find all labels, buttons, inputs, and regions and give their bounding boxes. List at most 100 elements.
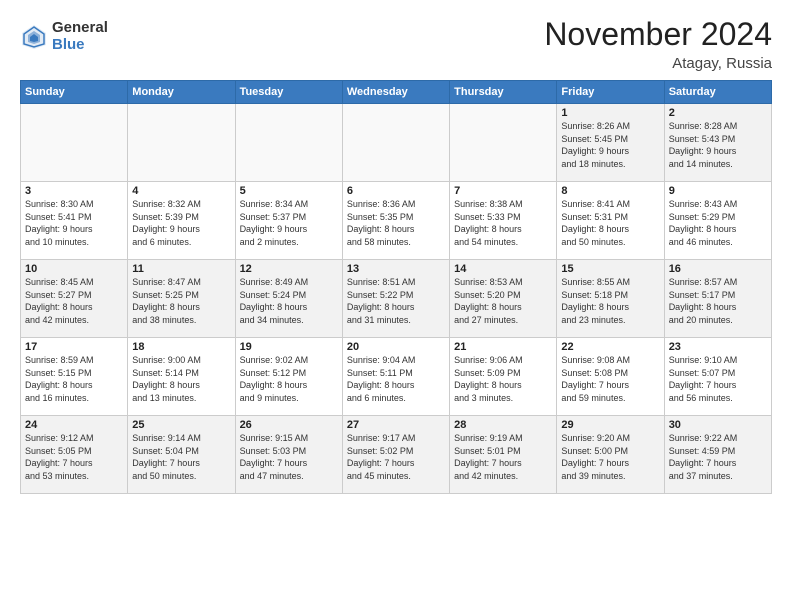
day-number: 27 bbox=[347, 419, 445, 431]
calendar-cell: 20Sunrise: 9:04 AM Sunset: 5:11 PM Dayli… bbox=[342, 338, 449, 416]
calendar-cell bbox=[21, 104, 128, 182]
day-info: Sunrise: 8:41 AM Sunset: 5:31 PM Dayligh… bbox=[561, 198, 659, 248]
day-number: 7 bbox=[454, 185, 552, 197]
day-info: Sunrise: 8:34 AM Sunset: 5:37 PM Dayligh… bbox=[240, 198, 338, 248]
day-info: Sunrise: 8:47 AM Sunset: 5:25 PM Dayligh… bbox=[132, 276, 230, 326]
calendar-week-3: 17Sunrise: 8:59 AM Sunset: 5:15 PM Dayli… bbox=[21, 338, 772, 416]
day-number: 21 bbox=[454, 341, 552, 353]
day-info: Sunrise: 9:00 AM Sunset: 5:14 PM Dayligh… bbox=[132, 354, 230, 404]
day-info: Sunrise: 9:14 AM Sunset: 5:04 PM Dayligh… bbox=[132, 432, 230, 482]
day-number: 22 bbox=[561, 341, 659, 353]
day-info: Sunrise: 9:02 AM Sunset: 5:12 PM Dayligh… bbox=[240, 354, 338, 404]
day-header-saturday: Saturday bbox=[664, 81, 771, 104]
calendar-cell: 11Sunrise: 8:47 AM Sunset: 5:25 PM Dayli… bbox=[128, 260, 235, 338]
day-number: 18 bbox=[132, 341, 230, 353]
calendar-week-1: 3Sunrise: 8:30 AM Sunset: 5:41 PM Daylig… bbox=[21, 182, 772, 260]
calendar-cell: 29Sunrise: 9:20 AM Sunset: 5:00 PM Dayli… bbox=[557, 416, 664, 494]
calendar-cell: 23Sunrise: 9:10 AM Sunset: 5:07 PM Dayli… bbox=[664, 338, 771, 416]
day-info: Sunrise: 9:06 AM Sunset: 5:09 PM Dayligh… bbox=[454, 354, 552, 404]
day-number: 6 bbox=[347, 185, 445, 197]
day-info: Sunrise: 8:57 AM Sunset: 5:17 PM Dayligh… bbox=[669, 276, 767, 326]
day-info: Sunrise: 8:55 AM Sunset: 5:18 PM Dayligh… bbox=[561, 276, 659, 326]
day-number: 13 bbox=[347, 263, 445, 275]
calendar-cell: 24Sunrise: 9:12 AM Sunset: 5:05 PM Dayli… bbox=[21, 416, 128, 494]
day-info: Sunrise: 8:43 AM Sunset: 5:29 PM Dayligh… bbox=[669, 198, 767, 248]
day-number: 23 bbox=[669, 341, 767, 353]
day-header-wednesday: Wednesday bbox=[342, 81, 449, 104]
location: Atagay, Russia bbox=[544, 55, 772, 72]
calendar-cell: 6Sunrise: 8:36 AM Sunset: 5:35 PM Daylig… bbox=[342, 182, 449, 260]
calendar-week-0: 1Sunrise: 8:26 AM Sunset: 5:45 PM Daylig… bbox=[21, 104, 772, 182]
calendar-cell: 17Sunrise: 8:59 AM Sunset: 5:15 PM Dayli… bbox=[21, 338, 128, 416]
day-number: 4 bbox=[132, 185, 230, 197]
day-number: 17 bbox=[25, 341, 123, 353]
calendar-cell: 19Sunrise: 9:02 AM Sunset: 5:12 PM Dayli… bbox=[235, 338, 342, 416]
calendar-cell bbox=[235, 104, 342, 182]
calendar-cell: 28Sunrise: 9:19 AM Sunset: 5:01 PM Dayli… bbox=[450, 416, 557, 494]
day-info: Sunrise: 8:49 AM Sunset: 5:24 PM Dayligh… bbox=[240, 276, 338, 326]
calendar-cell: 15Sunrise: 8:55 AM Sunset: 5:18 PM Dayli… bbox=[557, 260, 664, 338]
day-number: 12 bbox=[240, 263, 338, 275]
calendar-header-row: SundayMondayTuesdayWednesdayThursdayFrid… bbox=[21, 81, 772, 104]
day-info: Sunrise: 9:22 AM Sunset: 4:59 PM Dayligh… bbox=[669, 432, 767, 482]
logo-blue-text: Blue bbox=[52, 37, 108, 54]
calendar-cell: 9Sunrise: 8:43 AM Sunset: 5:29 PM Daylig… bbox=[664, 182, 771, 260]
calendar-cell: 27Sunrise: 9:17 AM Sunset: 5:02 PM Dayli… bbox=[342, 416, 449, 494]
day-info: Sunrise: 8:59 AM Sunset: 5:15 PM Dayligh… bbox=[25, 354, 123, 404]
calendar-cell: 25Sunrise: 9:14 AM Sunset: 5:04 PM Dayli… bbox=[128, 416, 235, 494]
calendar-cell: 30Sunrise: 9:22 AM Sunset: 4:59 PM Dayli… bbox=[664, 416, 771, 494]
day-header-monday: Monday bbox=[128, 81, 235, 104]
day-number: 10 bbox=[25, 263, 123, 275]
calendar-cell: 22Sunrise: 9:08 AM Sunset: 5:08 PM Dayli… bbox=[557, 338, 664, 416]
day-header-friday: Friday bbox=[557, 81, 664, 104]
calendar: SundayMondayTuesdayWednesdayThursdayFrid… bbox=[20, 80, 772, 494]
calendar-week-2: 10Sunrise: 8:45 AM Sunset: 5:27 PM Dayli… bbox=[21, 260, 772, 338]
logo-general-text: General bbox=[52, 20, 108, 37]
day-info: Sunrise: 9:15 AM Sunset: 5:03 PM Dayligh… bbox=[240, 432, 338, 482]
logo-icon bbox=[20, 23, 48, 51]
calendar-cell: 13Sunrise: 8:51 AM Sunset: 5:22 PM Dayli… bbox=[342, 260, 449, 338]
day-number: 30 bbox=[669, 419, 767, 431]
day-number: 9 bbox=[669, 185, 767, 197]
calendar-cell: 7Sunrise: 8:38 AM Sunset: 5:33 PM Daylig… bbox=[450, 182, 557, 260]
day-info: Sunrise: 8:45 AM Sunset: 5:27 PM Dayligh… bbox=[25, 276, 123, 326]
calendar-cell: 14Sunrise: 8:53 AM Sunset: 5:20 PM Dayli… bbox=[450, 260, 557, 338]
day-info: Sunrise: 9:17 AM Sunset: 5:02 PM Dayligh… bbox=[347, 432, 445, 482]
day-number: 2 bbox=[669, 107, 767, 119]
day-number: 16 bbox=[669, 263, 767, 275]
calendar-cell bbox=[342, 104, 449, 182]
calendar-week-4: 24Sunrise: 9:12 AM Sunset: 5:05 PM Dayli… bbox=[21, 416, 772, 494]
calendar-cell bbox=[128, 104, 235, 182]
calendar-cell: 21Sunrise: 9:06 AM Sunset: 5:09 PM Dayli… bbox=[450, 338, 557, 416]
day-number: 29 bbox=[561, 419, 659, 431]
day-info: Sunrise: 9:20 AM Sunset: 5:00 PM Dayligh… bbox=[561, 432, 659, 482]
calendar-cell: 5Sunrise: 8:34 AM Sunset: 5:37 PM Daylig… bbox=[235, 182, 342, 260]
day-info: Sunrise: 8:30 AM Sunset: 5:41 PM Dayligh… bbox=[25, 198, 123, 248]
day-info: Sunrise: 8:38 AM Sunset: 5:33 PM Dayligh… bbox=[454, 198, 552, 248]
day-number: 20 bbox=[347, 341, 445, 353]
title-area: November 2024 Atagay, Russia bbox=[544, 16, 772, 72]
calendar-cell: 16Sunrise: 8:57 AM Sunset: 5:17 PM Dayli… bbox=[664, 260, 771, 338]
day-info: Sunrise: 8:36 AM Sunset: 5:35 PM Dayligh… bbox=[347, 198, 445, 248]
day-info: Sunrise: 9:04 AM Sunset: 5:11 PM Dayligh… bbox=[347, 354, 445, 404]
day-number: 14 bbox=[454, 263, 552, 275]
day-header-sunday: Sunday bbox=[21, 81, 128, 104]
day-header-tuesday: Tuesday bbox=[235, 81, 342, 104]
page-header: General Blue November 2024 Atagay, Russi… bbox=[20, 16, 772, 72]
day-info: Sunrise: 8:28 AM Sunset: 5:43 PM Dayligh… bbox=[669, 120, 767, 170]
day-info: Sunrise: 8:32 AM Sunset: 5:39 PM Dayligh… bbox=[132, 198, 230, 248]
calendar-cell: 18Sunrise: 9:00 AM Sunset: 5:14 PM Dayli… bbox=[128, 338, 235, 416]
calendar-cell: 2Sunrise: 8:28 AM Sunset: 5:43 PM Daylig… bbox=[664, 104, 771, 182]
day-number: 15 bbox=[561, 263, 659, 275]
day-number: 1 bbox=[561, 107, 659, 119]
day-number: 26 bbox=[240, 419, 338, 431]
day-info: Sunrise: 8:26 AM Sunset: 5:45 PM Dayligh… bbox=[561, 120, 659, 170]
calendar-cell bbox=[450, 104, 557, 182]
day-number: 5 bbox=[240, 185, 338, 197]
day-number: 3 bbox=[25, 185, 123, 197]
day-info: Sunrise: 9:19 AM Sunset: 5:01 PM Dayligh… bbox=[454, 432, 552, 482]
day-number: 28 bbox=[454, 419, 552, 431]
day-info: Sunrise: 8:53 AM Sunset: 5:20 PM Dayligh… bbox=[454, 276, 552, 326]
day-number: 24 bbox=[25, 419, 123, 431]
day-number: 11 bbox=[132, 263, 230, 275]
